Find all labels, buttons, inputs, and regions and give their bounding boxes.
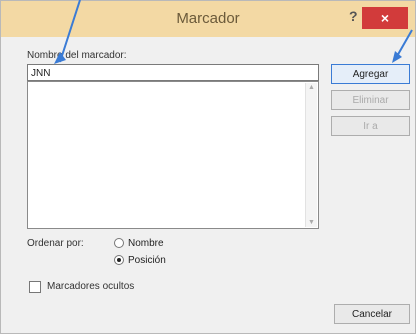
arrow-to-name-line — [59, 0, 81, 63]
arrow-to-name-head — [54, 52, 66, 64]
arrow-to-add-line — [395, 29, 413, 59]
arrow-to-add-head — [392, 51, 402, 63]
annotation-arrows — [54, 0, 413, 64]
